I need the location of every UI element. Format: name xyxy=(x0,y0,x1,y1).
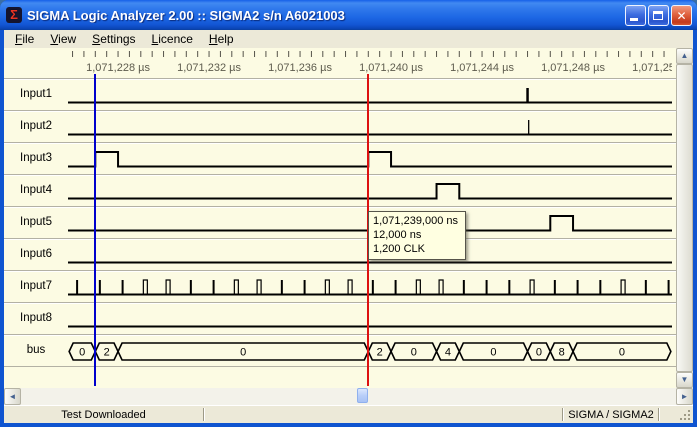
status-bar: Test Downloaded SIGMA / SIGMA2 xyxy=(4,405,693,423)
window-title: SIGMA Logic Analyzer 2.00 :: SIGMA2 s/n … xyxy=(27,8,625,23)
pulse xyxy=(530,280,534,295)
waveform-input4[interactable] xyxy=(68,177,672,207)
scroll-left-button[interactable]: ◄ xyxy=(4,388,21,405)
time-ruler: 1,071,228 µs 1,071,232 µs 1,071,236 µs 1,07… xyxy=(68,48,672,78)
close-button[interactable]: ✕ xyxy=(671,5,692,26)
signal-label: Input8 xyxy=(4,303,68,334)
signal-row-input3: Input3 xyxy=(4,142,676,174)
app-window: Σ SIGMA Logic Analyzer 2.00 :: SIGMA2 s/… xyxy=(0,0,697,427)
bus-value: 0 xyxy=(536,347,542,359)
signal-label: Input2 xyxy=(4,111,68,142)
signal-label: Input6 xyxy=(4,239,68,270)
bus-value: 0 xyxy=(619,347,625,359)
waveform-bus[interactable]: 0 2 0 2 0 4 0 0 8 0 xyxy=(68,337,672,367)
bus-value: 0 xyxy=(411,347,417,359)
pulse xyxy=(439,280,443,295)
measurement-tooltip: 1,071,239,000 ns12,000 ns1,200 CLK xyxy=(368,211,466,260)
app-icon: Σ xyxy=(6,7,22,23)
digital-trace xyxy=(68,184,672,199)
waveform-input8[interactable] xyxy=(68,305,672,335)
bus-value: 0 xyxy=(79,347,85,359)
pulse xyxy=(166,280,170,295)
signal-rows: Input1Input2Input3Input4Input5Input6Inpu… xyxy=(4,78,676,366)
bus-value: 8 xyxy=(559,347,565,359)
vertical-scrollbar[interactable]: ▲ ▼ xyxy=(676,48,693,388)
resize-grip[interactable] xyxy=(688,418,690,420)
digital-trace xyxy=(68,152,672,167)
bus-value: 4 xyxy=(445,347,451,359)
waveform-input3[interactable] xyxy=(68,145,672,175)
time-label: 1,071,244 µs xyxy=(450,62,514,74)
maximize-icon xyxy=(653,11,663,20)
menu-file[interactable]: File xyxy=(7,31,42,48)
menu-bar: FileViewSettingsLicenceHelp xyxy=(4,30,693,48)
signal-row-input7: Input7 xyxy=(4,270,676,302)
pulse xyxy=(257,280,261,295)
signal-row-bus: bus 0 2 0 2 0 4 0 0 8 0 xyxy=(4,334,676,366)
signal-label: Input3 xyxy=(4,143,68,174)
signal-row-input2: Input2 xyxy=(4,110,676,142)
pulse xyxy=(234,280,238,295)
menu-help[interactable]: Help xyxy=(201,31,242,48)
close-icon: ✕ xyxy=(672,7,691,25)
menu-settings[interactable]: Settings xyxy=(84,31,143,48)
title-bar: Σ SIGMA Logic Analyzer 2.00 :: SIGMA2 s/… xyxy=(0,0,697,30)
vertical-scroll-thumb[interactable] xyxy=(676,64,693,372)
time-ruler-area: 1,071,228 µs 1,071,232 µs 1,071,236 µs 1,07… xyxy=(4,48,676,78)
signal-row-input1: Input1 xyxy=(4,78,676,110)
signal-row-input8: Input8 xyxy=(4,302,676,334)
signal-label: Input1 xyxy=(4,79,68,110)
pulse xyxy=(348,280,352,295)
signal-label: Input4 xyxy=(4,175,68,206)
bus-value: 2 xyxy=(104,347,110,359)
status-separator xyxy=(203,408,205,421)
bus-value: 0 xyxy=(240,347,246,359)
waveform-input7[interactable] xyxy=(68,273,672,303)
status-message: Test Downloaded xyxy=(4,409,203,421)
status-grip-panel xyxy=(660,406,693,423)
signal-label: Input5 xyxy=(4,207,68,238)
vertical-scroll-track[interactable] xyxy=(676,64,693,372)
bus-value: 2 xyxy=(377,347,383,359)
time-label: 1,071,236 µs xyxy=(268,62,332,74)
tooltip-line: 1,200 CLK xyxy=(373,242,458,256)
menu-licence[interactable]: Licence xyxy=(144,31,201,48)
signal-row-input5: Input5 xyxy=(4,206,676,238)
status-device: SIGMA / SIGMA2 xyxy=(564,409,658,421)
pulse xyxy=(621,280,625,295)
waveform-viewport[interactable]: 1,071,228 µs 1,071,232 µs 1,071,236 µs 1,07… xyxy=(4,48,676,388)
signal-row-input6: Input6 xyxy=(4,238,676,270)
minimize-icon xyxy=(630,18,638,21)
scroll-right-button[interactable]: ► xyxy=(676,388,693,405)
horizontal-scroll-thumb[interactable] xyxy=(357,388,368,403)
waveform-input2[interactable] xyxy=(68,113,672,143)
horizontal-scroll-track[interactable] xyxy=(21,388,676,405)
time-label: 1,071,248 µs xyxy=(541,62,605,74)
scroll-up-button[interactable]: ▲ xyxy=(676,48,693,64)
horizontal-scrollbar[interactable]: ◄ ► xyxy=(4,388,693,405)
time-label: 1,071,252 µs xyxy=(632,62,672,74)
time-label: 1,071,240 µs xyxy=(359,62,423,74)
tooltip-line: 12,000 ns xyxy=(373,228,458,242)
signal-label: bus xyxy=(4,335,68,366)
cursor-blue[interactable] xyxy=(94,74,96,386)
minimize-button[interactable] xyxy=(625,5,646,26)
time-label: 1,071,228 µs xyxy=(86,62,150,74)
signal-label: Input7 xyxy=(4,271,68,302)
menu-view[interactable]: View xyxy=(42,31,84,48)
pulse xyxy=(416,280,420,295)
window-controls: ✕ xyxy=(625,5,692,26)
scroll-down-button[interactable]: ▼ xyxy=(676,372,693,388)
waveform-input1[interactable] xyxy=(68,81,672,111)
time-label: 1,071,232 µs xyxy=(177,62,241,74)
maximize-button[interactable] xyxy=(648,5,669,26)
pulse xyxy=(325,280,329,295)
tooltip-line: 1,071,239,000 ns xyxy=(373,214,458,228)
signal-row-input4: Input4 xyxy=(4,174,676,206)
bus-value: 0 xyxy=(490,347,496,359)
pulse xyxy=(143,280,147,295)
